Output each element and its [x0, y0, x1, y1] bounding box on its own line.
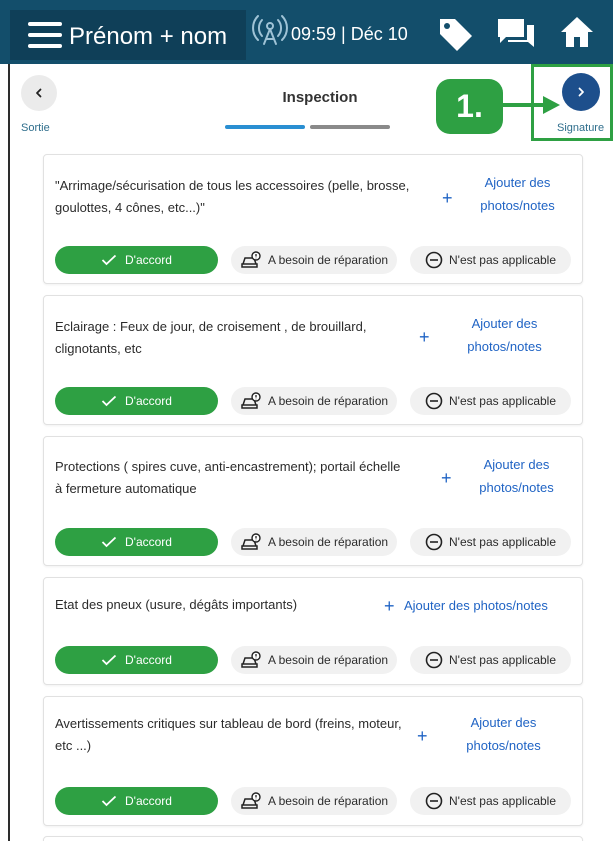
home-icon[interactable] — [559, 15, 595, 49]
repair-label: A besoin de réparation — [267, 535, 389, 549]
na-label: N'est pas applicable — [448, 253, 557, 267]
check-icon — [101, 795, 117, 807]
check-icon — [101, 395, 117, 407]
plus-icon[interactable]: + — [419, 328, 430, 346]
car-repair-icon — [241, 533, 261, 550]
check-icon — [101, 654, 117, 666]
item-question: Etat des pneux (usure, dégâts importants… — [55, 597, 298, 612]
app-top-bar: Prénom + nom 09:59 | Déc 10 — [0, 0, 613, 64]
repair-label: A besoin de réparation — [267, 653, 389, 667]
add-photos-notes-link[interactable]: Ajouter des photos/notes — [465, 171, 570, 217]
car-repair-icon — [241, 392, 261, 409]
add-label-line-1: Ajouter des — [483, 457, 550, 472]
car-repair-icon — [241, 251, 261, 268]
ok-label: D'accord — [125, 535, 172, 549]
minus-circle-icon — [425, 392, 443, 410]
ok-button[interactable]: D'accord — [55, 787, 218, 815]
inspection-item-card: Avertissements critiques sur tableau de … — [43, 696, 583, 826]
add-photos-notes-link[interactable]: Ajouter des photos/notes — [451, 711, 556, 757]
add-label-line-1: Ajouter des — [471, 316, 538, 331]
not-applicable-button[interactable]: N'est pas applicable — [410, 787, 571, 815]
chevron-left-icon — [36, 88, 42, 98]
not-applicable-button[interactable]: N'est pas applicable — [410, 528, 571, 556]
progress-step-inactive — [310, 125, 390, 129]
inspection-item-card — [43, 836, 583, 841]
chat-icon[interactable] — [496, 17, 536, 51]
minus-circle-icon — [425, 792, 443, 810]
tag-icon[interactable] — [437, 16, 475, 52]
minus-circle-icon — [425, 251, 443, 269]
minus-circle-icon — [425, 651, 443, 669]
na-label: N'est pas applicable — [448, 535, 557, 549]
add-photos-notes-link[interactable]: Ajouter des photos/notes — [452, 312, 557, 358]
repair-label: A besoin de réparation — [267, 253, 389, 267]
check-icon — [101, 254, 117, 266]
ok-label: D'accord — [125, 394, 172, 408]
left-border-line — [8, 64, 10, 841]
item-question: Protections ( spires cuve, anti-encastre… — [55, 459, 401, 496]
car-repair-icon — [241, 792, 261, 809]
chevron-right-icon — [578, 87, 584, 97]
needs-repair-button[interactable]: A besoin de réparation — [231, 787, 397, 815]
repair-label: A besoin de réparation — [267, 794, 389, 808]
needs-repair-button[interactable]: A besoin de réparation — [231, 246, 397, 274]
add-photos-notes-link[interactable]: Ajouter des photos/notes — [404, 594, 574, 617]
add-label-line-2: photos/notes — [467, 339, 542, 354]
add-label-line-2: photos/notes — [480, 198, 555, 213]
needs-repair-button[interactable]: A besoin de réparation — [231, 528, 397, 556]
item-question: Avertissements critiques sur tableau de … — [55, 716, 402, 753]
signal-icon — [252, 15, 288, 45]
page-title: Inspection — [282, 89, 358, 106]
plus-icon[interactable]: + — [441, 469, 452, 487]
inspection-item-card: Etat des pneux (usure, dégâts importants… — [43, 577, 583, 685]
na-label: N'est pas applicable — [448, 653, 557, 667]
ok-label: D'accord — [125, 653, 172, 667]
plus-icon[interactable]: + — [417, 727, 428, 745]
repair-label: A besoin de réparation — [267, 394, 389, 408]
ok-label: D'accord — [125, 253, 172, 267]
add-label-line-2: photos/notes — [479, 480, 554, 495]
add-label-line-1: Ajouter des — [470, 715, 537, 730]
needs-repair-button[interactable]: A besoin de réparation — [231, 646, 397, 674]
clock: 09:59 | Déc 10 — [291, 24, 408, 44]
ok-button[interactable]: D'accord — [55, 246, 218, 274]
add-label-line-1: Ajouter des — [484, 175, 551, 190]
user-name: Prénom + nom — [69, 23, 228, 50]
na-label: N'est pas applicable — [448, 394, 557, 408]
not-applicable-button[interactable]: N'est pas applicable — [410, 387, 571, 415]
inspection-item-card: Eclairage : Feux de jour, de croisement … — [43, 295, 583, 425]
back-button[interactable] — [21, 75, 57, 111]
needs-repair-button[interactable]: A besoin de réparation — [231, 387, 397, 415]
not-applicable-button[interactable]: N'est pas applicable — [410, 246, 571, 274]
step-badge: 1. — [436, 79, 503, 134]
ok-button[interactable]: D'accord — [55, 387, 218, 415]
inspection-item-card: Protections ( spires cuve, anti-encastre… — [43, 436, 583, 566]
back-label[interactable]: Sortie — [21, 122, 50, 134]
plus-icon[interactable]: + — [384, 597, 395, 615]
add-photos-notes-link[interactable]: Ajouter des photos/notes — [464, 453, 569, 499]
menu-icon[interactable] — [28, 22, 62, 48]
ok-button[interactable]: D'accord — [55, 646, 218, 674]
plus-icon[interactable]: + — [442, 189, 453, 207]
ok-label: D'accord — [125, 794, 172, 808]
inspection-item-card: "Arrimage/sécurisation de tous les acces… — [43, 154, 583, 284]
item-question: Eclairage : Feux de jour, de croisement … — [55, 319, 367, 356]
not-applicable-button[interactable]: N'est pas applicable — [410, 646, 571, 674]
ok-button[interactable]: D'accord — [55, 528, 218, 556]
minus-circle-icon — [425, 533, 443, 551]
check-icon — [101, 536, 117, 548]
next-button[interactable] — [562, 73, 600, 111]
item-question: "Arrimage/sécurisation de tous les acces… — [55, 178, 410, 215]
car-repair-icon — [241, 651, 261, 668]
arrow-right-icon — [503, 96, 560, 114]
na-label: N'est pas applicable — [448, 794, 557, 808]
next-label[interactable]: Signature — [557, 122, 604, 134]
progress-step-active — [225, 125, 305, 129]
add-label-line-2: photos/notes — [466, 738, 541, 753]
